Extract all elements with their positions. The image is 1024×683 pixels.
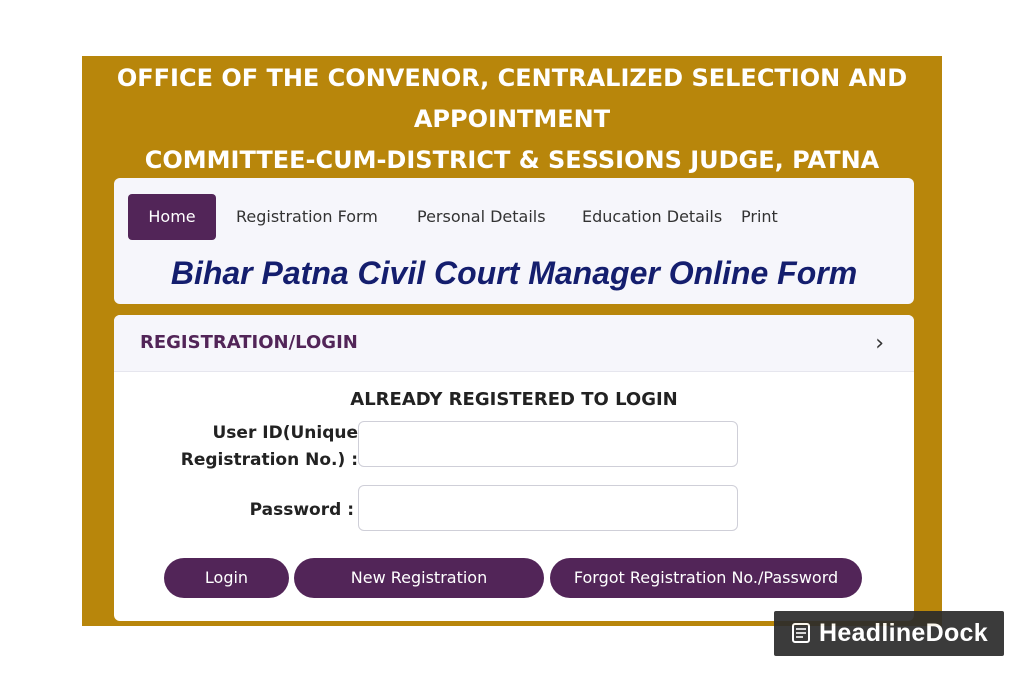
- header-line-2: APPOINTMENT: [413, 105, 611, 133]
- office-header: OFFICE OF THE CONVENOR, CENTRALIZED SELE…: [82, 58, 942, 181]
- nav-education-details[interactable]: Education Details: [582, 194, 722, 240]
- header-line-3: COMMITTEE-CUM-DISTRICT & SESSIONS JUDGE,…: [144, 146, 880, 174]
- password-label: Password :: [249, 500, 354, 520]
- login-subtitle: ALREADY REGISTERED TO LOGIN: [350, 389, 678, 410]
- header-line-1: OFFICE OF THE CONVENOR, CENTRALIZED SELE…: [116, 64, 908, 92]
- userid-label-line-1: User ID(Unique: [212, 423, 359, 443]
- userid-input[interactable]: [358, 421, 738, 467]
- password-input[interactable]: [358, 485, 738, 531]
- userid-label: User ID(Unique Registration No.) :: [154, 420, 358, 474]
- watermark-text: HeadlineDock: [819, 619, 988, 647]
- new-registration-button[interactable]: New Registration: [294, 558, 544, 598]
- panel-header[interactable]: REGISTRATION/LOGIN ›: [114, 315, 914, 372]
- page-frame: OFFICE OF THE CONVENOR, CENTRALIZED SELE…: [82, 56, 942, 626]
- nav-print[interactable]: Print: [741, 194, 778, 240]
- panel-title: REGISTRATION/LOGIN: [140, 332, 358, 353]
- userid-label-line-2: Registration No.) :: [180, 450, 358, 470]
- nav-home[interactable]: Home: [128, 194, 216, 240]
- nav-personal-details[interactable]: Personal Details: [417, 194, 546, 240]
- newspaper-icon: [792, 623, 810, 643]
- forgot-registration-button[interactable]: Forgot Registration No./Password: [550, 558, 862, 598]
- nav-bar: Home Registration Form Personal Details …: [128, 194, 908, 240]
- watermark-logo: HeadlineDock: [774, 611, 1004, 656]
- registration-login-panel: REGISTRATION/LOGIN › ALREADY REGISTERED …: [114, 315, 914, 621]
- nav-registration-form[interactable]: Registration Form: [236, 194, 378, 240]
- login-button[interactable]: Login: [164, 558, 289, 598]
- form-title: Bihar Patna Civil Court Manager Online F…: [170, 255, 858, 291]
- chevron-right-icon[interactable]: ›: [875, 315, 884, 373]
- nav-card: Home Registration Form Personal Details …: [114, 178, 914, 304]
